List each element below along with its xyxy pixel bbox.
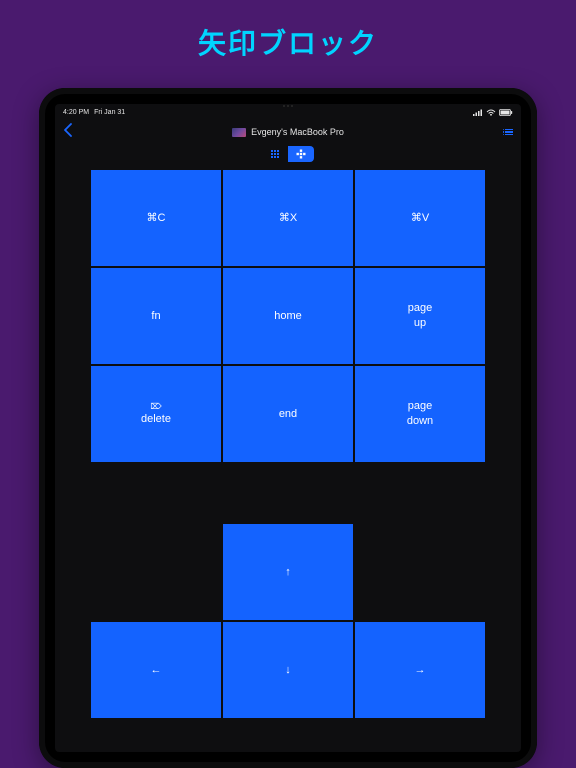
status-date: Fri Jan 31 (94, 109, 125, 116)
blank (91, 524, 221, 620)
key-arrow-down[interactable]: ↓ (223, 622, 353, 718)
status-time: 4:20 PM (63, 109, 89, 116)
key-grid-shortcuts: ⌘C ⌘X ⌘V fn home pageup ⌦ delete end pag… (91, 170, 485, 462)
key-cmd-x[interactable]: ⌘X (223, 170, 353, 266)
key-cmd-c[interactable]: ⌘C (91, 170, 221, 266)
key-end[interactable]: end (223, 366, 353, 462)
key-fn[interactable]: fn (91, 268, 221, 364)
nav-title: Evgeny's MacBook Pro (251, 127, 344, 137)
segment-1[interactable] (288, 146, 314, 162)
host-icon (232, 128, 246, 137)
key-home[interactable]: home (223, 268, 353, 364)
segmented-control[interactable] (262, 146, 314, 162)
wifi-icon (486, 109, 496, 116)
key-cmd-v[interactable]: ⌘V (355, 170, 485, 266)
key-arrow-up[interactable]: ↑ (223, 524, 353, 620)
back-button[interactable] (63, 123, 73, 141)
page-title: 矢印ブロック (198, 22, 378, 62)
key-delete[interactable]: ⌦ delete (91, 366, 221, 462)
key-page-down[interactable]: pagedown (355, 366, 485, 462)
key-grid-arrows: ↑ ← ↓ → (91, 524, 485, 718)
key-arrow-left[interactable]: ← (91, 622, 221, 718)
key-arrow-right[interactable]: → (355, 622, 485, 718)
key-page-up[interactable]: pageup (355, 268, 485, 364)
blank (355, 524, 485, 620)
segment-0[interactable] (262, 146, 288, 162)
battery-icon (499, 109, 513, 116)
list-icon[interactable] (503, 129, 514, 136)
screen: 4:20 PM Fri Jan 31 Evgeny' (55, 104, 521, 752)
content: ⌘C ⌘X ⌘V fn home pageup ⌦ delete end pag… (55, 170, 521, 752)
nav-bar: Evgeny's MacBook Pro (55, 120, 521, 144)
signal-icon (473, 109, 483, 116)
device-frame: 4:20 PM Fri Jan 31 Evgeny' (39, 88, 537, 768)
camera-dots (279, 105, 297, 109)
